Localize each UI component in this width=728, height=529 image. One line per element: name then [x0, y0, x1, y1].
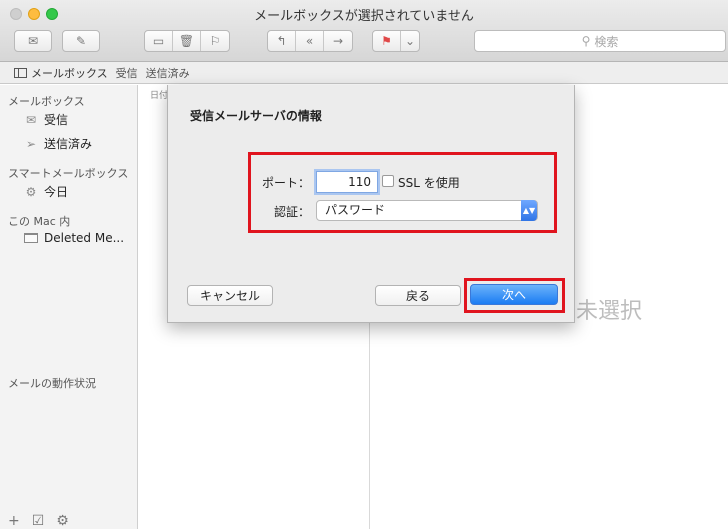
cancel-button[interactable]: キャンセル — [187, 285, 273, 306]
favorite-inbox[interactable]: 受信 — [116, 65, 138, 81]
archive-delete-group: ▭ 🗑 ⚐ — [144, 30, 230, 52]
sidebar-item-label: 送信済み — [44, 137, 93, 151]
delete-button[interactable]: 🗑 — [173, 31, 201, 51]
flag-menu-button[interactable]: ⌄ — [401, 31, 419, 51]
paper-plane-icon: ➢ — [25, 136, 37, 151]
search-field[interactable]: ⚲ 検索 — [474, 30, 726, 52]
compose-icon: ✎ — [75, 34, 87, 48]
reply-icon: ↰ — [276, 34, 287, 48]
port-label: ポート： — [262, 176, 311, 190]
chevron-updown-icon: ▲▼ — [521, 200, 537, 221]
search-placeholder: 検索 — [594, 34, 619, 49]
auth-select[interactable]: パスワード ▲▼ — [316, 200, 538, 221]
auth-selected-value: パスワード — [325, 203, 386, 217]
sort-by-label[interactable]: 日付 — [150, 88, 168, 101]
trash-icon: 🗑 — [178, 34, 195, 48]
junk-icon: ⚐ — [209, 34, 221, 48]
get-mail-button[interactable]: ✉ — [14, 30, 52, 52]
favorites-bar: メールボックス 受信 送信済み — [0, 62, 728, 84]
mail-activity-header: メールの動作状況 — [8, 377, 96, 390]
chevron-down-icon: ⌄ — [404, 34, 416, 48]
forward-icon: → — [332, 34, 344, 48]
incoming-server-dialog: 受信メールサーバの情報 ポート： 110 SSL を使用 認証： パスワード ▲… — [167, 85, 575, 323]
inbox-icon: ✉ — [25, 112, 37, 127]
ssl-checkbox[interactable] — [382, 175, 394, 187]
reply-all-icon: « — [305, 34, 314, 48]
favorite-sent[interactable]: 送信済み — [146, 65, 190, 81]
sidebar-item-deleted[interactable]: Deleted Me... — [24, 231, 124, 245]
port-input[interactable]: 110 — [316, 171, 378, 193]
auth-label: 認証： — [274, 205, 311, 219]
gear-icon: ⚙ — [25, 184, 37, 199]
flag-button[interactable]: ⚑ — [373, 31, 401, 51]
archive-icon: ▭ — [152, 34, 165, 48]
sidebar-item-label: 今日 — [44, 185, 69, 199]
window-title: メールボックスが選択されていません — [254, 9, 474, 24]
mailboxes-toggle[interactable]: メールボックス — [14, 65, 108, 81]
sidebar-bottom-bar: + ☑ ⚙ — [8, 513, 69, 529]
folder-icon — [24, 233, 38, 243]
smart-mailboxes-header: スマートメールボックス — [8, 167, 129, 180]
mailboxes-header: メールボックス — [8, 95, 85, 108]
ssl-label[interactable]: SSL を使用 — [398, 174, 460, 191]
sidebar-item-today[interactable]: ⚙ 今日 — [24, 183, 68, 200]
junk-button[interactable]: ⚐ — [201, 31, 229, 51]
window-toolbar: メールボックスが選択されていません ✉ ✎ ▭ 🗑 ⚐ ↰ « → ⚑ ⌄ ⚲ … — [0, 0, 728, 62]
reply-group: ↰ « → — [267, 30, 353, 52]
sidebar-item-label: 受信 — [44, 113, 69, 127]
reply-all-button[interactable]: « — [296, 31, 324, 51]
sidebar: メールボックス ✉ 受信 ➢ 送信済み スマートメールボックス ⚙ 今日 この … — [0, 85, 138, 529]
dialog-title: 受信メールサーバの情報 — [190, 109, 322, 123]
show-mail-activity-button[interactable]: ☑ — [32, 513, 45, 529]
archive-button[interactable]: ▭ — [145, 31, 173, 51]
envelope-icon: ✉ — [27, 34, 39, 48]
flag-group: ⚑ ⌄ — [372, 30, 420, 52]
next-button[interactable]: 次へ — [470, 284, 558, 305]
on-my-mac-header: この Mac 内 — [8, 215, 71, 228]
action-gear-button[interactable]: ⚙ — [56, 513, 69, 529]
flag-icon: ⚑ — [381, 34, 392, 48]
no-selection-label: 未選択 — [576, 299, 643, 324]
back-button[interactable]: 戻る — [375, 285, 461, 306]
forward-button[interactable]: → — [324, 31, 352, 51]
search-icon: ⚲ — [581, 34, 591, 48]
add-mailbox-button[interactable]: + — [8, 513, 20, 529]
sidebar-icon — [14, 67, 27, 78]
sidebar-item-label: Deleted Me... — [44, 231, 125, 245]
sidebar-item-sent[interactable]: ➢ 送信済み — [24, 135, 92, 152]
sidebar-item-inbox[interactable]: ✉ 受信 — [24, 111, 68, 128]
reply-button[interactable]: ↰ — [268, 31, 296, 51]
mailboxes-toggle-label: メールボックス — [31, 66, 108, 80]
compose-button[interactable]: ✎ — [62, 30, 100, 52]
